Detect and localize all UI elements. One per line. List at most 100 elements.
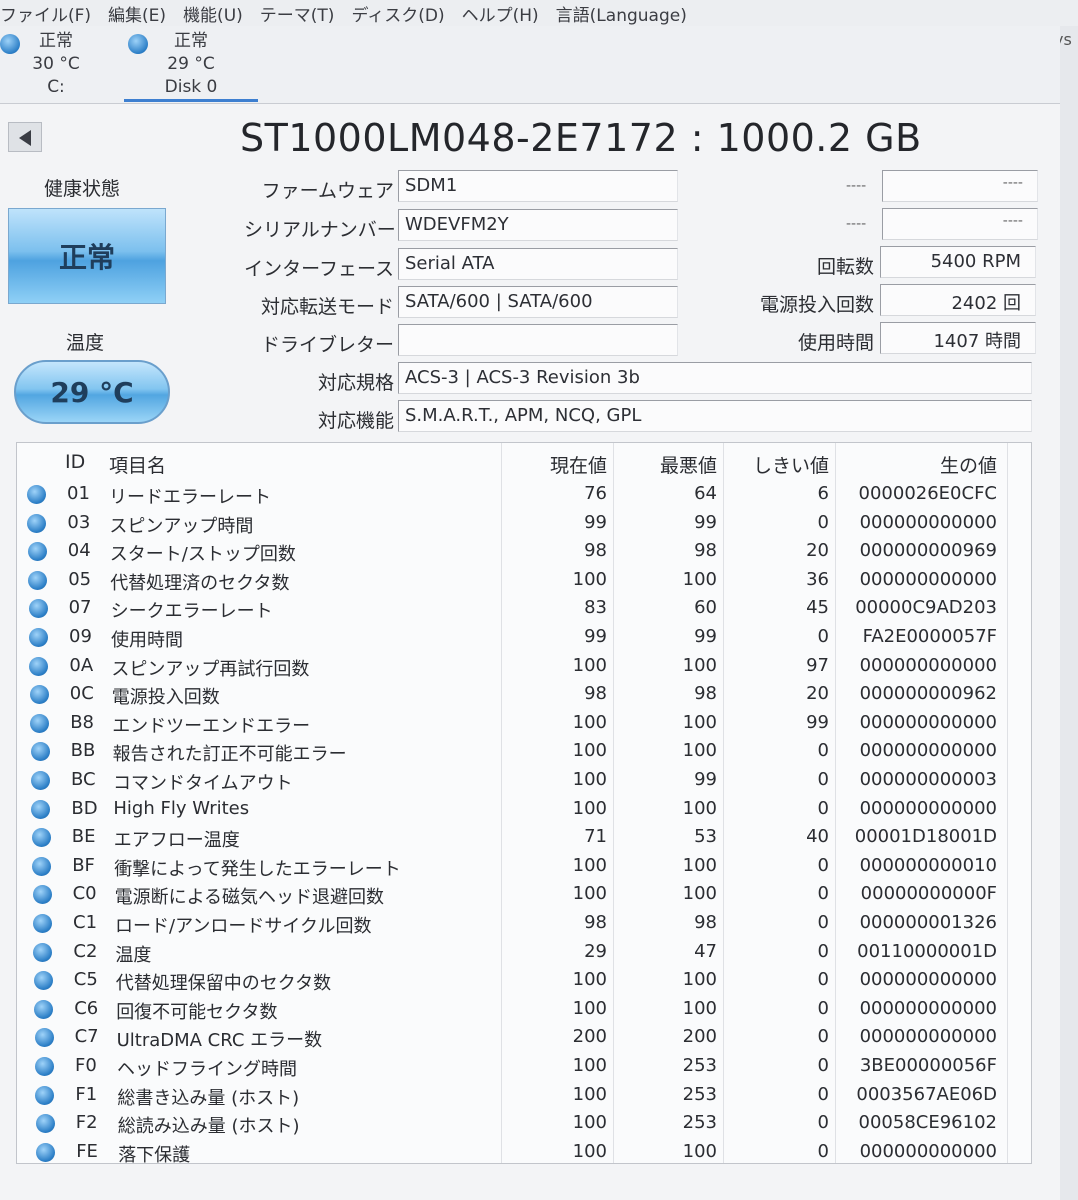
- table-row[interactable]: 05 代替処理済のセクタ数 100 100 36 000000000000: [17, 567, 1033, 596]
- table-row[interactable]: F1 総書き込み量 (ホスト) 100 253 0 0003567AE06D: [17, 1082, 1033, 1111]
- attribute-name: 落下保護: [118, 1144, 191, 1166]
- raw-value: 000000000010: [859, 854, 997, 876]
- status-dot-icon: [32, 885, 52, 905]
- table-row[interactable]: BC コマンドタイムアウト 100 99 0 000000000003: [17, 767, 1033, 796]
- menu-item[interactable]: 編集(E): [104, 1, 179, 26]
- table-row[interactable]: 0C 電源投入回数 98 98 20 000000000962: [17, 681, 1033, 710]
- table-row[interactable]: 01 リードエラーレート 76 64 6 0000026E0CFC: [17, 481, 1033, 510]
- current-value: 100: [572, 1083, 607, 1105]
- attribute-id: C0: [72, 883, 97, 905]
- attribute-name: シークエラーレート: [110, 601, 273, 623]
- serial-field: WDEVFM2Y: [398, 209, 678, 241]
- menu-item[interactable]: ファイル(F): [0, 1, 104, 26]
- column-header-name[interactable]: 項目名: [109, 451, 166, 478]
- attribute-name: High Fly Writes: [113, 797, 250, 819]
- table-row[interactable]: F0 ヘッドフライング時間 100 253 0 3BE00000056F: [17, 1053, 1033, 1082]
- status-dot-icon: [35, 1057, 54, 1076]
- menu-item[interactable]: 言語(Language): [552, 1, 700, 26]
- current-value: 76: [584, 483, 607, 504]
- raw-value: 000000000000: [859, 1140, 997, 1162]
- attribute-id: BC: [71, 769, 96, 790]
- worst-value: 53: [694, 826, 717, 848]
- worst-value: 200: [682, 1026, 717, 1048]
- table-row[interactable]: C0 電源断による磁気ヘッド退避回数 100 100 0 00000000000F: [17, 881, 1033, 910]
- worst-value: 99: [694, 511, 717, 533]
- health-status-button[interactable]: 正常: [8, 208, 166, 304]
- table-row[interactable]: B8 エンドツーエンドエラー 100 100 99 000000000000: [17, 710, 1033, 739]
- raw-value: 000000000000: [859, 568, 997, 590]
- power-on-count-label: 電源投入回数: [759, 294, 874, 316]
- rotation-label: 回転数: [816, 256, 874, 278]
- attribute-name: 電源投入回数: [111, 687, 220, 709]
- current-value: 100: [572, 854, 607, 876]
- table-row[interactable]: C2 温度 29 47 0 00110000001D: [17, 939, 1033, 968]
- table-row[interactable]: C7 UltraDMA CRC エラー数 200 200 0 000000000000: [17, 1024, 1033, 1053]
- unused-label-1: ----: [846, 178, 867, 194]
- threshold-value: 0: [817, 1055, 829, 1076]
- status-dot-icon: [30, 742, 50, 762]
- current-value: 100: [572, 568, 607, 590]
- table-row[interactable]: C5 代替処理保留中のセクタ数 100 100 0 000000000000: [17, 967, 1033, 996]
- menu-item[interactable]: ディスク(D): [347, 1, 457, 26]
- table-row[interactable]: 03 スピンアップ時間 99 99 0 000000000000: [17, 510, 1033, 539]
- threshold-value: 20: [806, 683, 829, 705]
- interface-label: インターフェース: [244, 258, 394, 280]
- table-row[interactable]: 0A スピンアップ再試行回数 100 100 97 000000000000: [17, 653, 1033, 682]
- worst-value: 47: [694, 940, 717, 962]
- status-dot-icon: [34, 999, 54, 1019]
- raw-value: 000000000000: [859, 740, 997, 762]
- table-row[interactable]: C1 ロード/アンロードサイクル回数 98 98 0 000000001326: [17, 910, 1033, 939]
- temperature-display[interactable]: 29 °C: [14, 360, 170, 424]
- table-row[interactable]: 09 使用時間 99 99 0 FA2E0000057F: [17, 624, 1033, 653]
- menu-bar: ファイル(F) 編集(E) 機能(U) テーマ(T) ディスク(D) ヘルプ(H) 言語(L…: [0, 0, 1078, 26]
- table-row[interactable]: BE エアフロー温度 71 53 40 00001D18001D: [17, 824, 1033, 853]
- attribute-name: ヘッドフライング時間: [117, 1059, 297, 1080]
- worst-value: 100: [682, 740, 717, 762]
- disk-tab-c[interactable]: 正常 30 °C C:: [0, 30, 106, 102]
- column-header-worst[interactable]: 最悪値: [613, 451, 717, 478]
- worst-value: 100: [682, 1140, 717, 1162]
- unused-field-2: ----: [882, 208, 1038, 240]
- raw-value: 000000000000: [859, 997, 997, 1019]
- attribute-name: 総読み込み量 (ホスト): [117, 1116, 300, 1138]
- attribute-name: エアフロー温度: [113, 830, 240, 852]
- table-row[interactable]: BF 衝撃によって発生したエラーレート 100 100 0 000000000010: [17, 853, 1033, 882]
- attribute-id: 0C: [69, 683, 94, 705]
- raw-value: 000000001326: [859, 912, 997, 933]
- column-header-threshold[interactable]: しきい値: [723, 451, 829, 478]
- table-row[interactable]: C6 回復不可能セクタ数 100 100 0 000000000000: [17, 996, 1033, 1025]
- current-value: 99: [584, 511, 607, 533]
- raw-value: 0000026E0CFC: [858, 483, 997, 504]
- table-row[interactable]: BB 報告された訂正不可能エラー 100 100 0 000000000000: [17, 738, 1033, 767]
- status-dot-icon: [29, 685, 49, 705]
- disk-status: 正常: [39, 31, 73, 51]
- standard-label: 対応規格: [317, 372, 394, 394]
- current-value: 100: [572, 654, 607, 676]
- menu-item[interactable]: テーマ(T): [256, 1, 348, 26]
- raw-value: 000000000000: [859, 797, 997, 819]
- drive-letter-field: [398, 324, 678, 356]
- threshold-value: 0: [817, 912, 829, 933]
- worst-value: 98: [694, 540, 717, 562]
- attribute-id: BB: [70, 740, 96, 762]
- attribute-id: 04: [67, 540, 91, 562]
- threshold-value: 0: [817, 883, 829, 905]
- menu-item[interactable]: ヘルプ(H): [458, 1, 552, 26]
- column-header-id[interactable]: ID: [65, 451, 85, 473]
- threshold-value: 0: [817, 1083, 829, 1105]
- table-row[interactable]: F2 総読み込み量 (ホスト) 100 253 0 00058CE96102: [17, 1110, 1033, 1139]
- worst-value: 100: [682, 997, 717, 1019]
- table-row[interactable]: 07 シークエラーレート 83 60 45 00000C9AD203: [17, 595, 1033, 624]
- table-row[interactable]: 04 スタート/ストップ回数 98 98 20 000000000969: [17, 538, 1033, 567]
- menu-item[interactable]: 機能(U): [179, 1, 256, 26]
- table-row[interactable]: FE 落下保護 100 100 0 000000000000: [17, 1139, 1033, 1168]
- status-dot-icon: [32, 856, 52, 876]
- disk-tab-disk0[interactable]: 正常 29 °C Disk 0: [124, 30, 258, 102]
- column-header-current[interactable]: 現在値: [501, 451, 607, 478]
- table-row[interactable]: BD High Fly Writes 100 100 0 000000000000: [17, 796, 1033, 825]
- current-value: 100: [572, 769, 607, 790]
- worst-value: 100: [682, 654, 717, 676]
- power-on-hours-label: 使用時間: [797, 332, 874, 354]
- previous-disk-button[interactable]: [8, 122, 42, 152]
- column-header-raw[interactable]: 生の値: [835, 451, 997, 478]
